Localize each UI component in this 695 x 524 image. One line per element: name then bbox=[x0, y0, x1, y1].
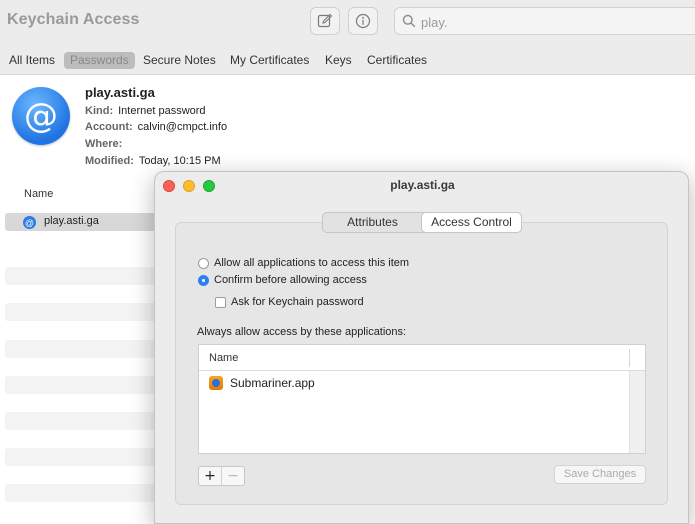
empty-row bbox=[5, 267, 165, 285]
radio-circle[interactable] bbox=[198, 257, 209, 269]
category-certificates[interactable]: Certificates bbox=[361, 52, 433, 69]
apps-table: Name Submariner.app bbox=[198, 344, 646, 454]
category-my-certificates[interactable]: My Certificates bbox=[224, 52, 315, 69]
search-icon bbox=[402, 14, 416, 28]
radio-confirm-label: Confirm before allowing access bbox=[214, 274, 367, 286]
apps-column-name[interactable]: Name bbox=[209, 352, 238, 364]
where-label: Where: bbox=[85, 138, 123, 150]
compose-icon bbox=[317, 13, 333, 28]
tab-attributes[interactable]: Attributes bbox=[323, 213, 422, 232]
apps-label: Always allow access by these application… bbox=[197, 326, 407, 338]
access-control-panel: Allow all applications to access this it… bbox=[175, 222, 668, 505]
radio-allow-all-label: Allow all applications to access this it… bbox=[214, 257, 410, 269]
apps-table-header: Name bbox=[199, 345, 645, 371]
search-field[interactable] bbox=[394, 7, 695, 35]
empty-row bbox=[5, 448, 165, 466]
empty-row bbox=[5, 412, 165, 430]
submariner-app-icon bbox=[209, 376, 223, 390]
info-button[interactable] bbox=[348, 7, 378, 35]
add-remove-control: + − bbox=[198, 466, 245, 486]
save-changes-button[interactable]: Save Changes bbox=[554, 465, 646, 484]
internet-password-icon: @ bbox=[12, 87, 70, 145]
keychain-password-checkbox[interactable]: Ask for Keychain password bbox=[215, 296, 364, 308]
item-account: Account: calvin@cmpct.info bbox=[85, 121, 227, 133]
app-title: Keychain Access bbox=[7, 11, 140, 28]
item-kind: Kind: Internet password bbox=[85, 105, 206, 117]
radio-allow-all[interactable]: Allow all applications to access this it… bbox=[198, 257, 409, 269]
empty-row bbox=[5, 340, 165, 358]
radio-circle-selected[interactable] bbox=[198, 274, 209, 286]
checkbox-box[interactable] bbox=[215, 296, 226, 308]
compose-button[interactable] bbox=[310, 7, 340, 35]
category-passwords[interactable]: Passwords bbox=[64, 52, 135, 69]
remove-app-button[interactable]: − bbox=[221, 467, 244, 485]
empty-row bbox=[5, 303, 165, 321]
window-title: play.asti.ga bbox=[390, 178, 455, 192]
keychain-password-label: Ask for Keychain password bbox=[231, 296, 364, 308]
toolbar: Keychain Access bbox=[0, 0, 695, 44]
empty-row bbox=[5, 484, 165, 502]
column-header-name[interactable]: Name bbox=[24, 188, 53, 200]
column-divider bbox=[629, 349, 630, 367]
modified-value: Today, 10:15 PM bbox=[138, 155, 221, 167]
info-icon bbox=[355, 13, 371, 29]
modified-label: Modified: bbox=[85, 155, 134, 167]
category-all-items[interactable]: All Items bbox=[3, 52, 61, 69]
item-where: Where: bbox=[85, 138, 127, 150]
tab-access-control[interactable]: Access Control bbox=[422, 213, 521, 232]
kind-value: Internet password bbox=[118, 105, 206, 117]
segmented-tabs: Attributes Access Control bbox=[322, 212, 522, 233]
account-value: calvin@cmpct.info bbox=[137, 121, 228, 133]
row-label: play.asti.ga bbox=[44, 215, 99, 227]
account-label: Account: bbox=[85, 121, 133, 133]
item-name: play.asti.ga bbox=[85, 85, 155, 100]
table-row[interactable]: @ play.asti.ga bbox=[5, 213, 165, 231]
app-row[interactable]: Submariner.app bbox=[199, 373, 629, 393]
item-detail: @ play.asti.ga Kind: Internet password Ac… bbox=[0, 75, 695, 180]
search-input[interactable] bbox=[421, 13, 671, 31]
item-info-window: play.asti.ga Allow all applications to a… bbox=[154, 171, 689, 524]
category-secure-notes[interactable]: Secure Notes bbox=[137, 52, 222, 69]
empty-row bbox=[5, 376, 165, 394]
item-modified: Modified: Today, 10:15 PM bbox=[85, 155, 221, 167]
kind-label: Kind: bbox=[85, 105, 114, 117]
category-keys[interactable]: Keys bbox=[319, 52, 358, 69]
app-name: Submariner.app bbox=[230, 376, 315, 390]
add-app-button[interactable]: + bbox=[199, 467, 221, 485]
scrollbar[interactable] bbox=[629, 371, 645, 453]
radio-confirm[interactable]: Confirm before allowing access bbox=[198, 274, 367, 286]
category-bar: All Items Passwords Secure Notes My Cert… bbox=[0, 44, 695, 75]
internet-password-icon: @ bbox=[23, 216, 36, 229]
